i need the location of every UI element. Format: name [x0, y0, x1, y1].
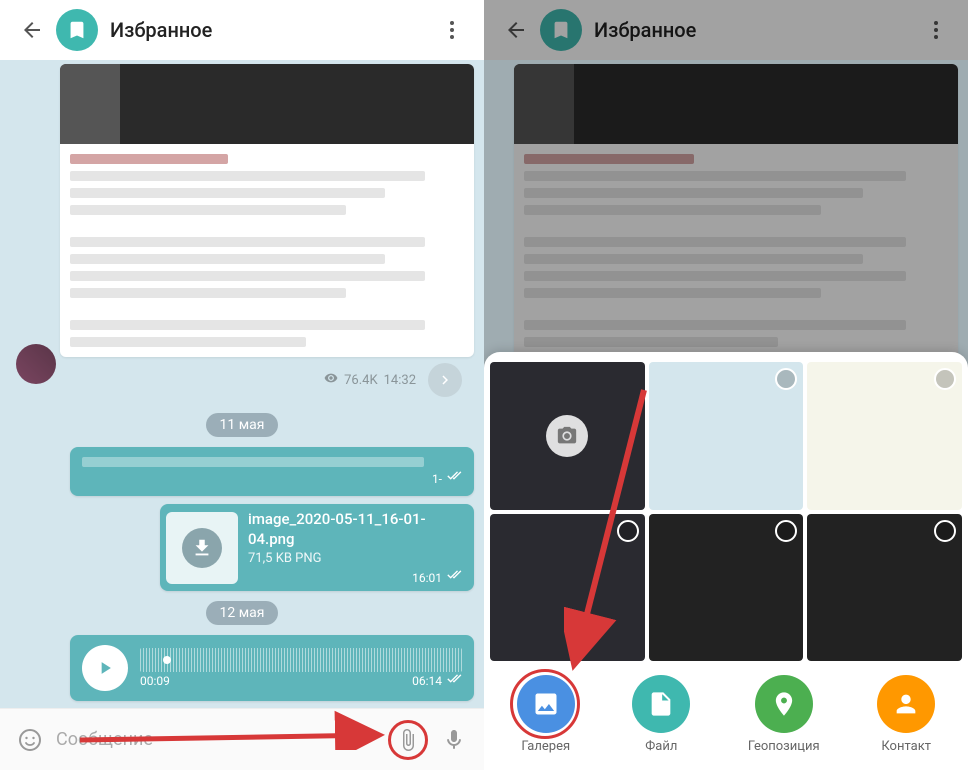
chat-header: Избранное — [0, 0, 484, 60]
contact-option[interactable]: Контакт — [877, 675, 935, 754]
date-separator: 11 мая — [206, 413, 279, 437]
read-checks-icon — [446, 674, 462, 689]
gallery-option[interactable]: Галерея — [517, 675, 575, 754]
select-circle[interactable] — [934, 368, 956, 390]
location-label: Геопозиция — [748, 739, 820, 754]
location-option[interactable]: Геопозиция — [748, 675, 820, 754]
select-circle[interactable] — [934, 520, 956, 542]
voice-message-button[interactable] — [434, 720, 474, 760]
file-message[interactable]: image_2020-05-11_16-01-04.png 71,5 KB PN… — [160, 504, 474, 591]
message-time: 16:01 — [412, 571, 442, 585]
file-thumbnail — [166, 512, 238, 584]
contact-label: Контакт — [881, 739, 931, 754]
attachment-panel: Галерея Файл Геопозиция Контакт — [484, 352, 968, 770]
gallery-photo[interactable] — [807, 514, 962, 661]
audio-waveform[interactable] — [140, 648, 462, 672]
back-button[interactable] — [12, 10, 52, 50]
saved-messages-avatar[interactable] — [56, 9, 98, 51]
message-input[interactable]: Сообщение — [56, 729, 382, 750]
gallery-label: Галерея — [521, 739, 570, 754]
photo-grid — [484, 362, 968, 661]
emoji-button[interactable] — [10, 720, 50, 760]
attach-button[interactable] — [388, 720, 428, 760]
outgoing-message[interactable]: 1- — [70, 447, 474, 496]
select-circle[interactable] — [775, 520, 797, 542]
audio-position: 00:09 — [140, 674, 170, 689]
download-button[interactable] — [182, 528, 222, 568]
chat-messages-area[interactable]: 76.4K 14:32 11 мая 1- — [0, 60, 484, 706]
gallery-photo[interactable] — [649, 362, 804, 509]
gallery-photo[interactable] — [490, 514, 645, 661]
message-time: 14:32 — [384, 373, 416, 388]
date-separator: 12 мая — [206, 601, 279, 625]
file-name: image_2020-05-11_16-01-04.png — [248, 510, 468, 549]
message-input-bar: Сообщение — [0, 708, 484, 770]
more-options-button[interactable] — [432, 10, 472, 50]
file-size: 71,5 KB PNG — [248, 551, 468, 566]
gallery-photo[interactable] — [807, 362, 962, 509]
sender-avatar[interactable] — [16, 344, 56, 384]
file-option[interactable]: Файл — [632, 675, 690, 754]
camera-icon — [546, 415, 588, 457]
audio-message[interactable]: 00:09 06:14 — [70, 635, 474, 701]
play-button[interactable] — [82, 645, 128, 691]
location-icon — [755, 675, 813, 733]
message-time: 1- — [432, 472, 442, 486]
read-checks-icon — [446, 471, 462, 486]
select-circle[interactable] — [775, 368, 797, 390]
attach-options-row: Галерея Файл Геопозиция Контакт — [484, 661, 968, 770]
audio-duration: 06:14 — [412, 674, 442, 688]
share-button[interactable] — [428, 363, 462, 397]
file-icon — [632, 675, 690, 733]
views-icon — [324, 371, 338, 389]
gallery-icon — [517, 675, 575, 733]
link-preview-image — [60, 64, 474, 144]
file-label: Файл — [645, 739, 677, 754]
views-count: 76.4K — [344, 373, 378, 388]
camera-cell[interactable] — [490, 362, 645, 509]
link-preview-message[interactable] — [60, 64, 474, 357]
read-checks-icon — [446, 570, 462, 585]
chat-title[interactable]: Избранное — [110, 18, 432, 42]
gallery-photo[interactable] — [649, 514, 804, 661]
contact-icon — [877, 675, 935, 733]
select-circle[interactable] — [617, 520, 639, 542]
